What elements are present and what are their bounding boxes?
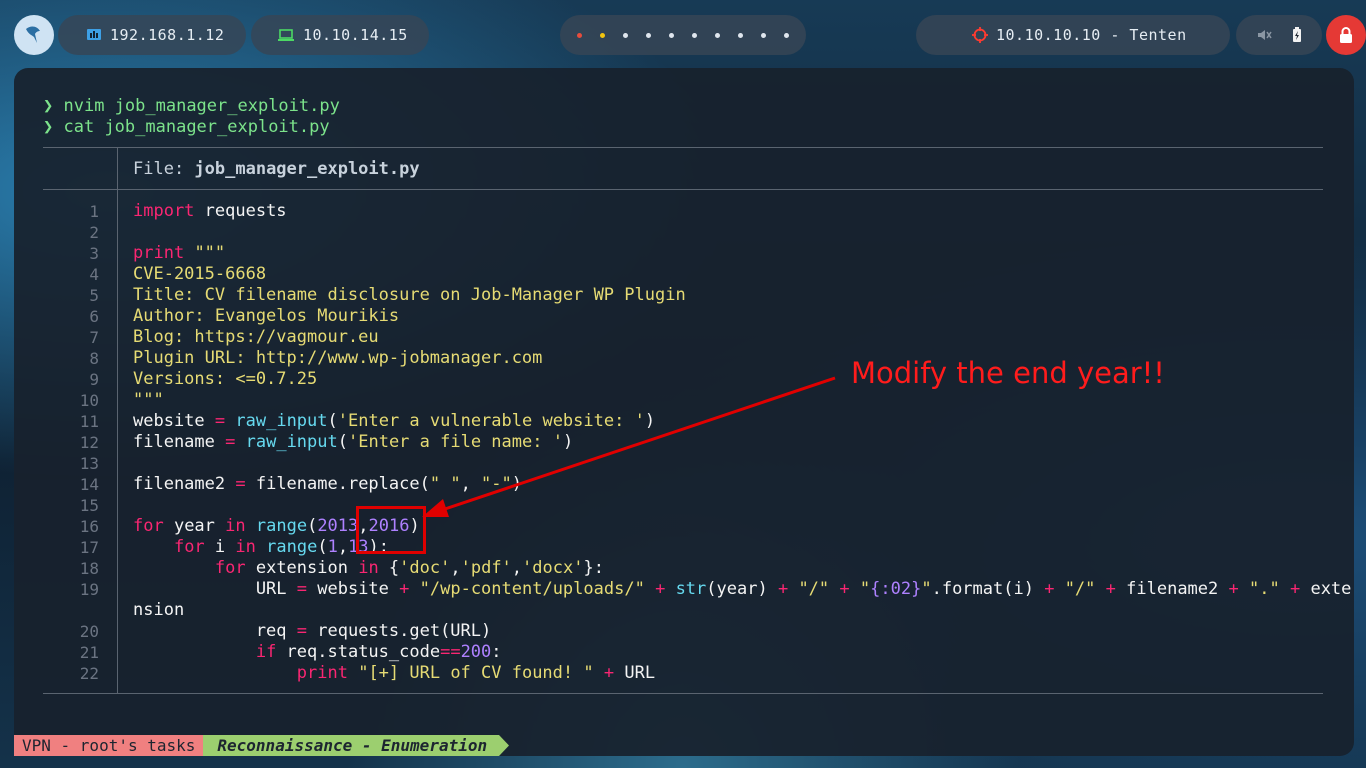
tmux-session[interactable]: VPN - root's tasks <box>14 735 204 756</box>
tmux-window[interactable]: Reconnaissance - Enumeration <box>203 735 500 756</box>
tmux-status-bar: VPN - root's tasks Reconnaissance - Enum… <box>14 735 510 756</box>
annotation-text: Modify the end year!! <box>851 356 1165 390</box>
powerline-end-icon <box>499 735 510 756</box>
